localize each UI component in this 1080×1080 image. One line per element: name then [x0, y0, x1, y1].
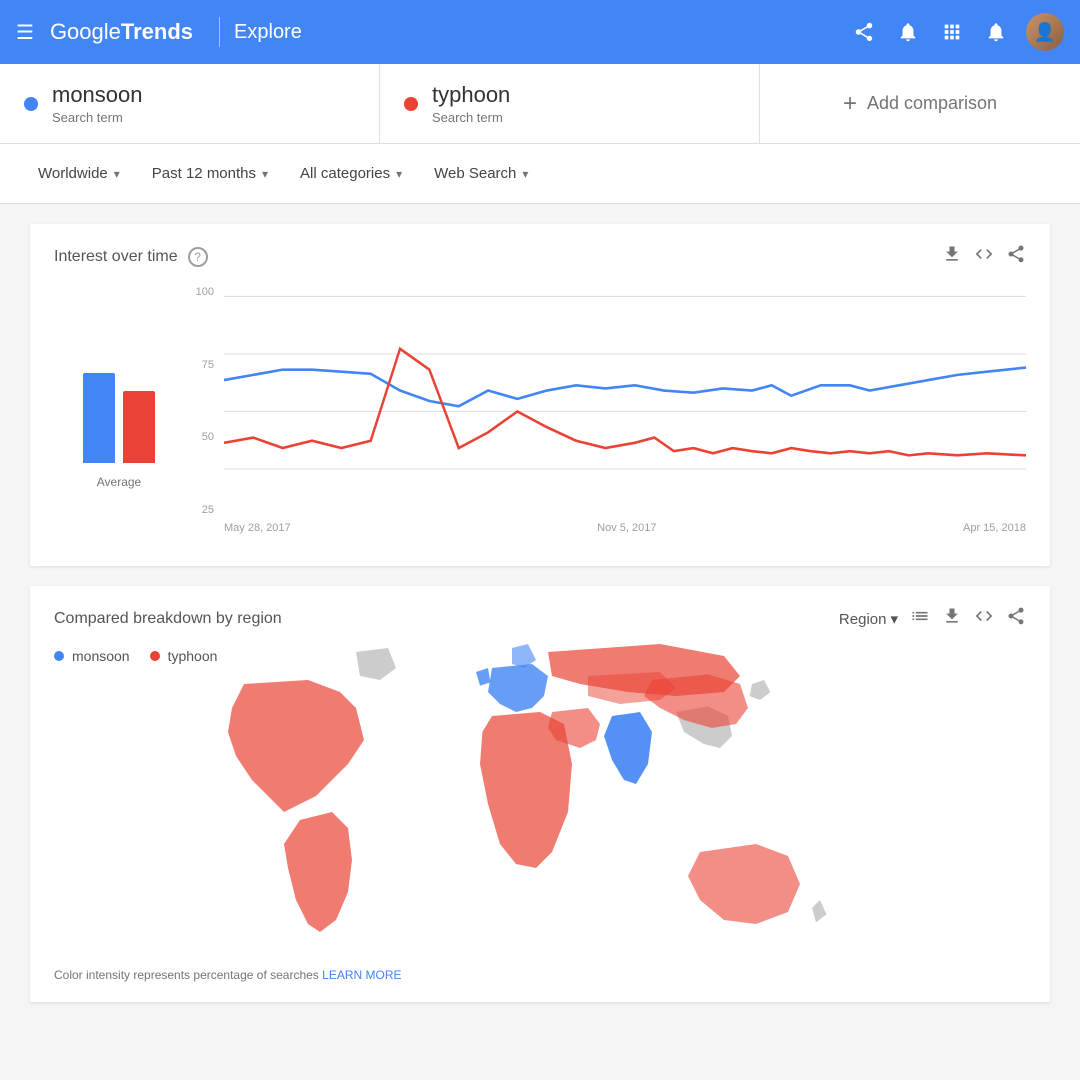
- y-label-75: 75: [202, 359, 214, 371]
- monsoon-type: Search term: [52, 110, 143, 125]
- add-comparison-button[interactable]: + Add comparison: [760, 64, 1080, 143]
- chart-svg-area: [224, 286, 1026, 516]
- search-type-filter-label: Web Search: [434, 165, 516, 182]
- region-title: Compared breakdown by region: [54, 610, 282, 628]
- region-share-icon[interactable]: [1006, 606, 1026, 632]
- avatar-image: 👤: [1026, 13, 1064, 51]
- x-label-mid: Nov 5, 2017: [597, 522, 656, 534]
- monsoon-dot: [24, 97, 38, 111]
- monsoon-legend-dot: [54, 651, 64, 661]
- chart-legend-area: Average: [54, 286, 184, 546]
- alert-icon[interactable]: [894, 18, 922, 46]
- monsoon-info: monsoon Search term: [52, 82, 143, 125]
- average-label: Average: [97, 475, 141, 489]
- location-filter-label: Worldwide: [38, 165, 108, 182]
- x-label-end: Apr 15, 2018: [963, 522, 1026, 534]
- explore-label: Explore: [234, 21, 302, 44]
- search-term-monsoon[interactable]: monsoon Search term: [0, 64, 380, 143]
- add-comparison-label: Add comparison: [867, 93, 997, 114]
- header-divider: [219, 17, 220, 47]
- bar-monsoon: [83, 373, 115, 463]
- logo-trends: Trends: [121, 19, 193, 45]
- share-action-icon[interactable]: [1006, 244, 1026, 270]
- share-icon[interactable]: [850, 18, 878, 46]
- region-label: Region: [839, 611, 887, 628]
- interest-title-text: Interest over time: [54, 248, 178, 266]
- time-filter-label: Past 12 months: [152, 165, 256, 182]
- region-arrow: ▾: [890, 610, 898, 628]
- interest-card-actions: [942, 244, 1026, 270]
- region-dropdown[interactable]: Region ▾: [839, 610, 898, 628]
- search-term-typhoon[interactable]: typhoon Search term: [380, 64, 760, 143]
- category-filter-label: All categories: [300, 165, 390, 182]
- search-type-filter[interactable]: Web Search ▾: [420, 157, 542, 190]
- typhoon-info: typhoon Search term: [432, 82, 510, 125]
- main-content: Interest over time ?: [0, 204, 1080, 1042]
- region-card: Compared breakdown by region Region ▾: [30, 586, 1050, 1002]
- header: ☰ GoogleTrends Explore 👤: [0, 0, 1080, 64]
- region-download-icon[interactable]: [942, 606, 962, 632]
- region-controls: Region ▾: [839, 606, 1026, 632]
- filter-bar: Worldwide ▾ Past 12 months ▾ All categor…: [0, 144, 1080, 204]
- location-filter-arrow: ▾: [114, 167, 120, 181]
- header-actions: 👤: [850, 13, 1064, 51]
- typhoon-type: Search term: [432, 110, 510, 125]
- monsoon-name: monsoon: [52, 82, 143, 108]
- logo-google: Google: [50, 19, 121, 45]
- typhoon-name: typhoon: [432, 82, 510, 108]
- color-note-text: Color intensity represents percentage of…: [54, 968, 319, 982]
- world-map: [54, 676, 1026, 956]
- y-label-50: 50: [202, 431, 214, 443]
- typhoon-dot: [404, 97, 418, 111]
- chart-container: Average 100 75 50 25: [54, 286, 1026, 546]
- learn-more-link[interactable]: LEARN MORE: [322, 968, 401, 982]
- time-filter[interactable]: Past 12 months ▾: [138, 157, 282, 190]
- category-filter-arrow: ▾: [396, 167, 402, 181]
- map-svg: [90, 636, 990, 996]
- region-embed-icon[interactable]: [974, 606, 994, 632]
- google-trends-logo[interactable]: GoogleTrends: [50, 19, 193, 45]
- x-label-start: May 28, 2017: [224, 522, 291, 534]
- search-type-filter-arrow: ▾: [522, 167, 528, 181]
- notification-icon[interactable]: [982, 18, 1010, 46]
- line-chart-area: 100 75 50 25: [184, 286, 1026, 546]
- add-icon: +: [843, 90, 857, 118]
- interest-card-header: Interest over time ?: [54, 244, 1026, 270]
- download-icon[interactable]: [942, 244, 962, 270]
- search-bar-area: monsoon Search term typhoon Search term …: [0, 64, 1080, 144]
- location-filter[interactable]: Worldwide ▾: [24, 157, 134, 190]
- bar-chart: [83, 343, 155, 463]
- line-chart-svg: [224, 286, 1026, 516]
- embed-icon[interactable]: [974, 244, 994, 270]
- list-view-icon[interactable]: [910, 606, 930, 632]
- apps-icon[interactable]: [938, 18, 966, 46]
- category-filter[interactable]: All categories ▾: [286, 157, 416, 190]
- interest-card-title: Interest over time ?: [54, 247, 208, 267]
- bar-typhoon: [123, 391, 155, 463]
- y-label-25: 25: [202, 504, 214, 516]
- y-label-100: 100: [196, 286, 214, 298]
- y-axis-labels: 100 75 50 25: [184, 286, 220, 516]
- avatar[interactable]: 👤: [1026, 13, 1064, 51]
- interest-over-time-card: Interest over time ?: [30, 224, 1050, 566]
- x-axis-labels: May 28, 2017 Nov 5, 2017 Apr 15, 2018: [224, 516, 1026, 546]
- time-filter-arrow: ▾: [262, 167, 268, 181]
- region-header: Compared breakdown by region Region ▾: [54, 606, 1026, 632]
- menu-icon[interactable]: ☰: [16, 20, 34, 45]
- help-icon[interactable]: ?: [188, 247, 208, 267]
